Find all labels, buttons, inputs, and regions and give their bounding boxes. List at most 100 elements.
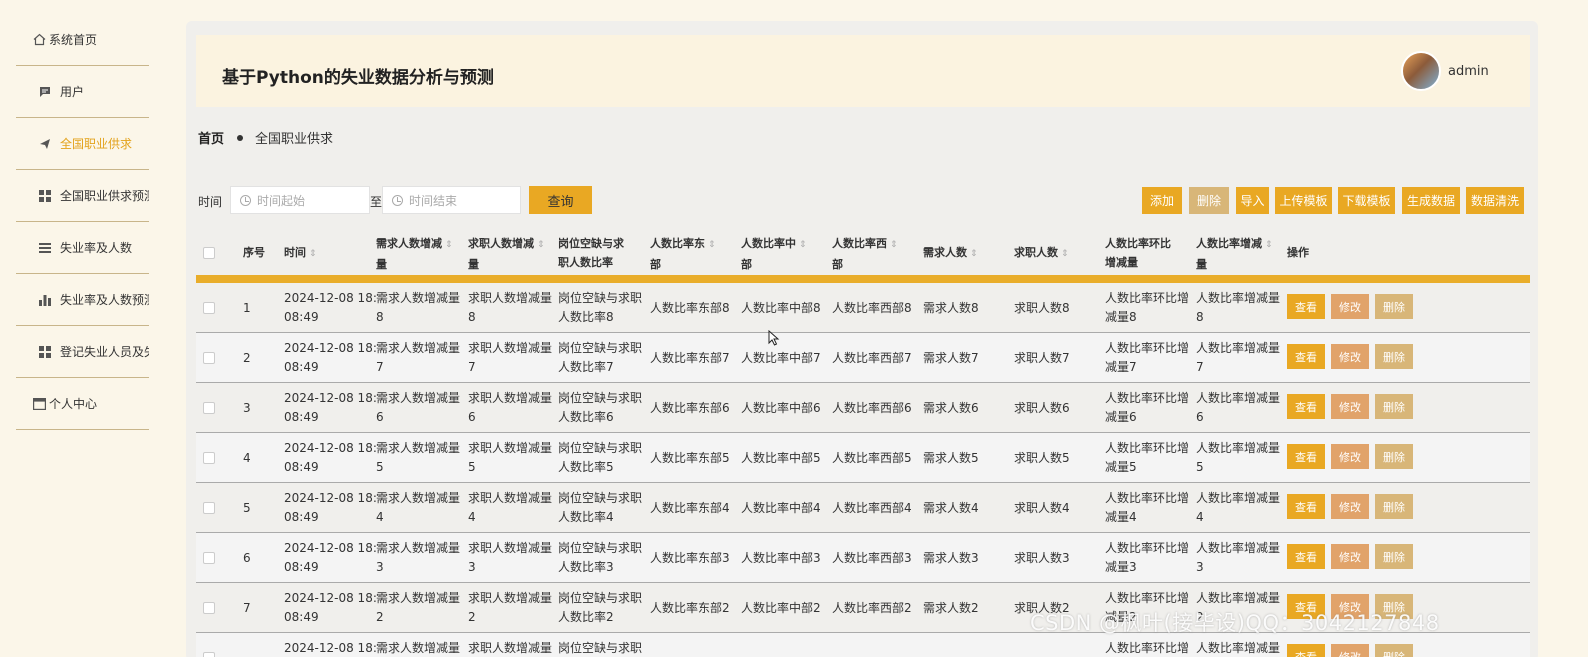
cell-demand: 需求人数5 xyxy=(923,451,979,465)
import-button[interactable]: 导入 xyxy=(1236,187,1269,214)
col-label: 量 xyxy=(376,258,387,271)
upload-template-button[interactable]: 上传模板 xyxy=(1275,187,1332,214)
edit-button[interactable]: 修改 xyxy=(1331,394,1369,419)
row-checkbox[interactable] xyxy=(203,502,215,514)
edit-button[interactable]: 修改 xyxy=(1331,444,1369,469)
col-label: 求职人数增减 xyxy=(468,237,534,250)
sidebar-item-unemployment-forecast[interactable]: 失业率及人数预测 xyxy=(16,274,149,326)
delete-button[interactable]: 删除 xyxy=(1375,444,1413,469)
sort-icon: ⇕ xyxy=(309,249,317,259)
table-row[interactable]: 3 2024-12-08 18: 08:49 需求人数增减量 6 求职人数增减量 6 岗位空缺… xyxy=(196,383,1530,433)
cell-line: 人数比率增减量 xyxy=(1196,641,1281,655)
sidebar-item-registered-unemployed[interactable]: 登记失业人员及失业 xyxy=(16,326,149,378)
cell-index: 2 xyxy=(243,351,251,365)
generate-data-button[interactable]: 生成数据 xyxy=(1402,187,1460,214)
edit-button[interactable]: 修改 xyxy=(1331,544,1369,569)
edit-button[interactable]: 修改 xyxy=(1331,494,1369,519)
col-seeker-change[interactable]: 求职人数增减 ⇕ 量 xyxy=(468,234,545,274)
cell-line: 人数比率环比增 xyxy=(1105,491,1190,505)
row-checkbox[interactable] xyxy=(203,602,215,614)
end-date-input[interactable]: 时间结束 xyxy=(382,186,521,214)
cell-line: 2024-12-08 18: xyxy=(284,591,377,605)
cell-demand-change: 需求人数增减量 8 xyxy=(376,289,460,327)
row-checkbox[interactable] xyxy=(203,652,215,657)
view-button[interactable]: 查看 xyxy=(1287,294,1325,319)
col-demand[interactable]: 需求人数 ⇕ xyxy=(923,243,978,264)
row-checkbox[interactable] xyxy=(203,452,215,464)
cell-line: 人数比率3 xyxy=(558,560,614,574)
table-row[interactable]: 1 2024-12-08 18: 08:49 需求人数增减量 8 求职人数增减量 8 岗位空缺… xyxy=(196,283,1530,333)
edit-button[interactable]: 修改 xyxy=(1331,294,1369,319)
col-vacancy-ratio[interactable]: 岗位空缺与求 职人数比率 xyxy=(558,234,624,272)
col-ratio-east[interactable]: 人数比率东 ⇕ 部 xyxy=(650,234,716,274)
avatar[interactable] xyxy=(1401,51,1441,91)
cell-line: 人数比率6 xyxy=(558,410,614,424)
cell-line: 岗位空缺与求职 xyxy=(558,391,643,405)
cell-ratio-change: 人数比率增减量 6 xyxy=(1196,389,1280,427)
watermark: CSDN @枫叶(接毕设)QQ：3042127848 xyxy=(1030,611,1440,635)
col-seekers[interactable]: 求职人数 ⇕ xyxy=(1014,243,1069,264)
delete-button[interactable]: 删除 xyxy=(1375,644,1413,657)
delete-button[interactable]: 删除 xyxy=(1375,394,1413,419)
sidebar-item-label: 系统首页 xyxy=(49,33,98,47)
cell-time: 2024-12-08 18: 08:49 xyxy=(284,489,377,527)
sidebar-item-label: 登记失业人员及失业 xyxy=(60,345,149,359)
delete-button[interactable]: 删除 xyxy=(1375,344,1413,369)
table-row[interactable]: 5 2024-12-08 18: 08:49 需求人数增减量 4 求职人数增减量 4 岗位空缺… xyxy=(196,483,1530,533)
col-demand-change[interactable]: 需求人数增减 ⇕ 量 xyxy=(376,234,453,274)
col-ratio-change[interactable]: 人数比率增减 ⇕ 量 xyxy=(1196,234,1273,274)
sidebar-item-unemployment-rate[interactable]: 失业率及人数 xyxy=(16,222,149,274)
table-row[interactable]: 2 2024-12-08 18: 08:49 需求人数增减量 7 求职人数增减量 7 岗位空缺… xyxy=(196,333,1530,383)
col-ratio-west[interactable]: 人数比率西 ⇕ 部 xyxy=(832,234,898,274)
delete-button[interactable]: 删除 xyxy=(1375,544,1413,569)
cell-vacancy-ratio: 岗位空缺与求职 人数比率5 xyxy=(558,439,642,477)
row-checkbox[interactable] xyxy=(203,402,215,414)
sidebar-item-label: 个人中心 xyxy=(49,397,98,411)
cell-seeker-change: 求职人数增减量 2 xyxy=(468,589,552,627)
cell-line: 2024-12-08 18: xyxy=(284,341,377,355)
sort-icon: ⇕ xyxy=(1265,240,1273,250)
cell-ratio-change: 人数比率增减量 3 xyxy=(1196,539,1280,577)
sidebar-item-users[interactable]: 用户 xyxy=(16,66,149,118)
delete-button[interactable]: 删除 xyxy=(1375,294,1413,319)
view-button[interactable]: 查看 xyxy=(1287,444,1325,469)
row-checkbox[interactable] xyxy=(203,302,215,314)
view-button[interactable]: 查看 xyxy=(1287,644,1325,657)
col-time[interactable]: 时间 ⇕ xyxy=(284,243,317,264)
view-button[interactable]: 查看 xyxy=(1287,544,1325,569)
sidebar-item-profile[interactable]: 个人中心 xyxy=(16,378,149,430)
cell-ratio-central: 人数比率中部2 xyxy=(741,601,821,615)
sidebar-item-home[interactable]: 系统首页 xyxy=(16,14,149,66)
download-template-button[interactable]: 下载模板 xyxy=(1338,187,1395,214)
col-ratio-mom[interactable]: 人数比率环比 增减量 xyxy=(1105,234,1171,272)
table-row[interactable]: 4 2024-12-08 18: 08:49 需求人数增减量 5 求职人数增减量 5 岗位空缺… xyxy=(196,433,1530,483)
cell-ratio-west: 人数比率西部3 xyxy=(832,551,912,565)
delete-button[interactable]: 删除 xyxy=(1375,494,1413,519)
sidebar-item-supply-demand-forecast[interactable]: 全国职业供求预测 xyxy=(16,170,149,222)
view-button[interactable]: 查看 xyxy=(1287,394,1325,419)
breadcrumb-home[interactable]: 首页 xyxy=(198,128,224,147)
clean-data-button[interactable]: 数据清洗 xyxy=(1466,187,1524,214)
query-button[interactable]: 查询 xyxy=(529,186,592,214)
username[interactable]: admin xyxy=(1448,64,1489,79)
select-all-checkbox[interactable] xyxy=(203,247,215,259)
row-checkbox[interactable] xyxy=(203,352,215,364)
view-button[interactable]: 查看 xyxy=(1287,344,1325,369)
cell-ratio-central: 人数比率中部8 xyxy=(741,301,821,315)
view-button[interactable]: 查看 xyxy=(1287,494,1325,519)
cell-line: 08:49 xyxy=(284,560,319,574)
cell-line: 人数比率增减量 xyxy=(1196,591,1281,605)
row-checkbox[interactable] xyxy=(203,552,215,564)
edit-button[interactable]: 修改 xyxy=(1331,644,1369,657)
table-row[interactable]: 6 2024-12-08 18: 08:49 需求人数增减量 3 求职人数增减量 3 岗位空缺… xyxy=(196,533,1530,583)
col-ratio-central[interactable]: 人数比率中 ⇕ 部 xyxy=(741,234,807,274)
sidebar-item-national-supply-demand[interactable]: 全国职业供求 xyxy=(16,118,149,170)
bulk-delete-button[interactable]: 删除 xyxy=(1189,187,1229,214)
add-button[interactable]: 添加 xyxy=(1142,187,1182,214)
cell-demand: 需求人数3 xyxy=(923,551,979,565)
cell-ratio-mom: 人数比率环比增 xyxy=(1105,639,1189,657)
cell-line: 求职人数增减量 xyxy=(468,491,553,505)
cell-time: 2024-12-08 18: 08:49 xyxy=(284,389,377,427)
start-date-input[interactable]: 时间起始 xyxy=(230,186,370,214)
edit-button[interactable]: 修改 xyxy=(1331,344,1369,369)
